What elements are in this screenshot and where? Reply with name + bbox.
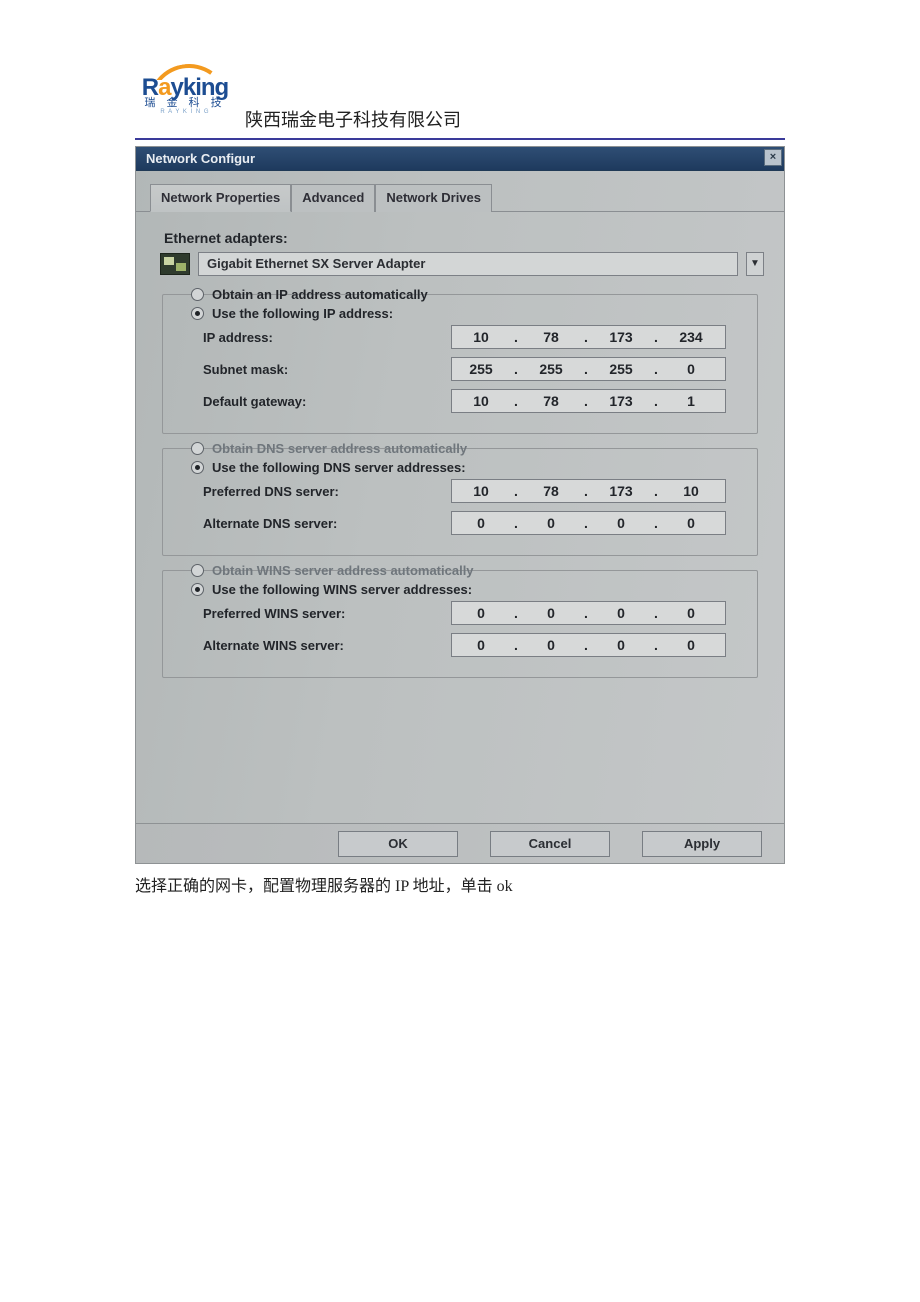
preferred-wins-label: Preferred WINS server: [203, 606, 451, 621]
tab-network-properties[interactable]: Network Properties [150, 184, 291, 212]
radio-dns-auto-label: Obtain DNS server address automatically [212, 441, 467, 456]
alternate-wins-label: Alternate WINS server: [203, 638, 451, 653]
default-gateway-label: Default gateway: [203, 394, 451, 409]
radio-wins-manual-label: Use the following WINS server addresses: [212, 582, 472, 597]
radio-ip-auto-label: Obtain an IP address automatically [212, 287, 428, 302]
radio-wins-auto-label: Obtain WINS server address automatically [212, 563, 474, 578]
radio-dns-auto: Obtain DNS server address automatically [191, 441, 747, 456]
dialog-body: Ethernet adapters: Gigabit Ethernet SX S… [136, 212, 784, 678]
screenshot-dialog: Network Configur × Network Properties Ad… [135, 146, 785, 864]
cancel-button[interactable]: Cancel [490, 831, 610, 857]
radio-ip-auto[interactable]: Obtain an IP address automatically [191, 287, 747, 302]
dialog-title: Network Configur [146, 151, 255, 166]
dialog-button-bar: OK Cancel Apply [136, 823, 784, 863]
document-header: Rayking 瑞 金 科 技 R A Y K I N G 陕西瑞金电子科技有限… [135, 60, 785, 140]
caption-text: 选择正确的网卡，配置物理服务器的 IP 地址，单击 ok [135, 872, 785, 896]
dns-section: Obtain DNS server address automatically … [162, 448, 758, 556]
default-gateway-input[interactable]: 10. 78. 173. 1 [451, 389, 726, 413]
alternate-dns-input[interactable]: 0. 0. 0. 0 [451, 511, 726, 535]
preferred-wins-input[interactable]: 0. 0. 0. 0 [451, 601, 726, 625]
radio-wins-auto: Obtain WINS server address automatically [191, 563, 747, 578]
alternate-dns-label: Alternate DNS server: [203, 516, 451, 531]
radio-dns-manual-label: Use the following DNS server addresses: [212, 460, 466, 475]
radio-icon [191, 583, 204, 596]
radio-icon [191, 442, 204, 455]
apply-button[interactable]: Apply [642, 831, 762, 857]
tab-advanced[interactable]: Advanced [291, 184, 375, 212]
company-name: 陕西瑞金电子科技有限公司 [245, 106, 461, 132]
logo-tiny: R A Y K I N G [135, 109, 235, 115]
ip-address-label: IP address: [203, 330, 451, 345]
logo-subtitle: 瑞 金 科 技 [135, 98, 235, 109]
radio-icon [191, 307, 204, 320]
preferred-dns-label: Preferred DNS server: [203, 484, 451, 499]
logo-arc-icon [145, 58, 225, 80]
wins-section: Obtain WINS server address automatically… [162, 570, 758, 678]
close-icon[interactable]: × [764, 149, 782, 166]
tab-network-drives[interactable]: Network Drives [375, 184, 492, 212]
dialog-titlebar[interactable]: Network Configur × [136, 147, 784, 171]
adapters-label: Ethernet adapters: [164, 230, 764, 246]
radio-dns-manual[interactable]: Use the following DNS server addresses: [191, 460, 747, 475]
subnet-mask-label: Subnet mask: [203, 362, 451, 377]
adapter-dropdown[interactable]: Gigabit Ethernet SX Server Adapter [198, 252, 738, 276]
chevron-down-icon[interactable]: ▼ [746, 252, 764, 276]
ok-button[interactable]: OK [338, 831, 458, 857]
ip-section: Obtain an IP address automatically Use t… [162, 294, 758, 434]
alternate-wins-input[interactable]: 0. 0. 0. 0 [451, 633, 726, 657]
radio-wins-manual[interactable]: Use the following WINS server addresses: [191, 582, 747, 597]
company-logo: Rayking 瑞 金 科 技 R A Y K I N G [135, 58, 235, 115]
radio-icon [191, 461, 204, 474]
tabs-bar: Network Properties Advanced Network Driv… [136, 171, 784, 212]
preferred-dns-input[interactable]: 10. 78. 173. 10 [451, 479, 726, 503]
subnet-mask-input[interactable]: 255. 255. 255. 0 [451, 357, 726, 381]
radio-icon [191, 288, 204, 301]
radio-ip-manual-label: Use the following IP address: [212, 306, 393, 321]
nic-icon [160, 253, 190, 275]
ip-address-input[interactable]: 10. 78. 173. 234 [451, 325, 726, 349]
radio-icon [191, 564, 204, 577]
radio-ip-manual[interactable]: Use the following IP address: [191, 306, 747, 321]
